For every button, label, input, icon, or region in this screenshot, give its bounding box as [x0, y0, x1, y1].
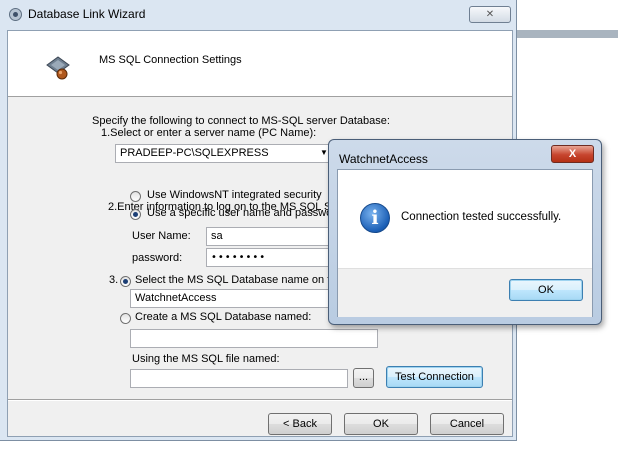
radio-select-database[interactable]: [120, 276, 131, 287]
message-box-title: WatchnetAccess: [339, 152, 428, 166]
password-value: ••••••••: [211, 252, 267, 263]
create-database-input[interactable]: [130, 329, 378, 348]
cancel-button[interactable]: Cancel: [430, 413, 504, 435]
browse-button[interactable]: ...: [353, 368, 374, 388]
username-label: User Name:: [132, 230, 191, 242]
windows-security-label[interactable]: Use WindowsNT integrated security: [147, 189, 322, 201]
combo-dropdown-arrow-icon[interactable]: ▼: [320, 148, 328, 157]
create-database-label[interactable]: Create a MS SQL Database named:: [135, 311, 311, 323]
message-text: Connection tested successfully.: [401, 211, 562, 223]
radio-windows-security[interactable]: [130, 191, 141, 202]
ok-button[interactable]: OK: [344, 413, 418, 435]
database-connection-icon: [46, 56, 70, 80]
file-name-label: Using the MS SQL file named:: [132, 353, 280, 365]
back-button[interactable]: < Back: [268, 413, 332, 435]
footer-divider: [8, 399, 512, 401]
database-name-value: WatchnetAccess: [135, 292, 217, 304]
radio-specific-user[interactable]: [130, 209, 141, 220]
message-box-close-button[interactable]: X: [551, 145, 594, 163]
wizard-header-panel: MS SQL Connection Settings: [8, 31, 512, 97]
radio-create-database[interactable]: [120, 313, 131, 324]
select-database-label[interactable]: Select the MS SQL Database name on the: [135, 274, 343, 286]
step3-number: 3.: [109, 274, 119, 286]
app-icon: [9, 8, 22, 21]
message-box-dialog: WatchnetAccess X i Connection tested suc…: [328, 139, 602, 325]
step1-label: 1.Select or enter a server name (PC Name…: [101, 127, 317, 139]
password-label: password:: [132, 252, 183, 264]
specific-user-label[interactable]: Use a specific user name and password: [147, 207, 342, 219]
window-close-button[interactable]: ✕: [469, 6, 511, 23]
title-bar[interactable]: Database Link Wizard ✕: [0, 0, 516, 28]
info-icon: i: [360, 203, 390, 233]
username-value: sa: [211, 230, 223, 242]
file-name-input[interactable]: [130, 369, 348, 388]
window-title: Database Link Wizard: [28, 7, 146, 21]
server-name-value: PRADEEP-PC\SQLEXPRESS: [120, 147, 269, 159]
server-name-combobox[interactable]: PRADEEP-PC\SQLEXPRESS: [115, 144, 355, 163]
background-window-edge: [516, 30, 618, 38]
wizard-page-heading: MS SQL Connection Settings: [99, 54, 242, 66]
database-name-combobox[interactable]: WatchnetAccess: [130, 289, 348, 308]
message-box-footer: OK: [338, 268, 592, 317]
message-ok-button[interactable]: OK: [509, 279, 583, 301]
message-box-body: i Connection tested successfully. OK: [337, 169, 593, 317]
test-connection-button[interactable]: Test Connection: [386, 366, 483, 388]
instruction-text: Specify the following to connect to MS-S…: [92, 115, 390, 127]
